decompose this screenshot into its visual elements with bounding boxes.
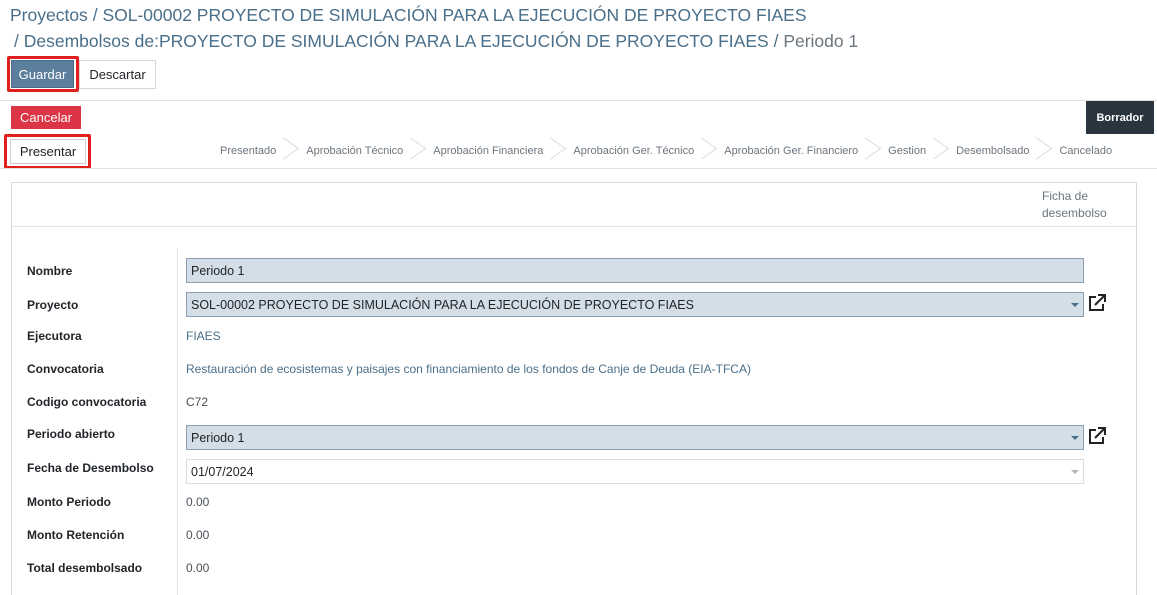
breadcrumb-separator: /: [773, 31, 779, 51]
monto-retencion-value: 0.00: [186, 528, 210, 542]
stage-presentado[interactable]: Presentado: [205, 136, 291, 166]
proyecto-value: SOL-00002 PROYECTO DE SIMULACIÓN PARA LA…: [191, 297, 694, 312]
proyecto-select[interactable]: SOL-00002 PROYECTO DE SIMULACIÓN PARA LA…: [186, 292, 1084, 317]
external-link-icon[interactable]: [1087, 293, 1107, 313]
field-label: Periodo abierto: [27, 427, 116, 441]
smart-button-label: desembolso: [1042, 206, 1107, 220]
breadcrumb-project[interactable]: SOL-00002 PROYECTO DE SIMULACIÓN PARA LA…: [102, 5, 806, 25]
breadcrumb-disbursements[interactable]: Desembolsos de:PROYECTO DE SIMULACIÓN PA…: [24, 31, 769, 51]
nombre-input[interactable]: Periodo 1: [186, 258, 1084, 283]
present-button[interactable]: Presentar: [10, 139, 86, 164]
divider: [0, 168, 1157, 169]
breadcrumb-line2: / Desembolsos de:PROYECTO DE SIMULACIÓN …: [14, 31, 858, 52]
field-nombre: Nombre Periodo 1: [27, 258, 1127, 284]
button-box: Ficha de desembolso: [12, 183, 1136, 227]
stage-gestion[interactable]: Gestion: [873, 136, 941, 166]
field-fecha-desembolso: Fecha de Desembolso 01/07/2024: [27, 459, 1127, 485]
breadcrumb-separator: /: [14, 31, 19, 51]
monto-periodo-value: 0.00: [186, 495, 210, 509]
chevron-down-icon[interactable]: [1071, 436, 1079, 440]
status-badge-draft[interactable]: Borrador: [1086, 101, 1154, 134]
field-total-desembolsado: Total desembolsado 0.00: [27, 555, 1127, 581]
periodo-value: Periodo 1: [191, 430, 245, 445]
divider: [0, 100, 1157, 101]
fecha-input[interactable]: 01/07/2024: [186, 459, 1084, 484]
field-label: Nombre: [27, 264, 73, 278]
breadcrumb-separator: /: [92, 5, 98, 25]
field-periodo-abierto: Periodo abierto Periodo 1: [27, 425, 1127, 451]
chevron-down-icon[interactable]: [1071, 470, 1079, 474]
convocatoria-link[interactable]: Restauración de ecosistemas y paisajes c…: [186, 356, 751, 382]
field-label: Convocatoria: [27, 362, 104, 376]
stage-aprobacion-tecnico[interactable]: Aprobación Técnico: [291, 136, 418, 166]
external-link-icon[interactable]: [1087, 426, 1107, 446]
smart-button-label: Ficha de: [1042, 189, 1089, 203]
stage-aprobacion-financiera[interactable]: Aprobación Financiera: [418, 136, 558, 166]
stage-cancelado[interactable]: Cancelado: [1044, 136, 1127, 166]
field-label: Monto Retención: [27, 528, 125, 542]
field-codigo-convocatoria: Codigo convocatoria C72: [27, 389, 1127, 415]
cancel-button[interactable]: Cancelar: [11, 106, 81, 129]
chevron-down-icon[interactable]: [1071, 303, 1079, 307]
field-convocatoria: Convocatoria Restauración de ecosistemas…: [27, 356, 1127, 382]
breadcrumb-projects[interactable]: Proyectos: [10, 5, 88, 25]
fecha-value: 01/07/2024: [191, 464, 254, 479]
field-label: Fecha de Desembolso: [27, 461, 154, 475]
field-label: Codigo convocatoria: [27, 395, 147, 409]
codigo-value: C72: [186, 395, 209, 409]
ejecutora-link[interactable]: FIAES: [186, 323, 221, 349]
stage-aprobacion-ger-financiero[interactable]: Aprobación Ger. Financiero: [709, 136, 873, 166]
discard-button[interactable]: Descartar: [79, 60, 156, 89]
field-label: Total desembolsado: [27, 561, 143, 575]
field-ejecutora: Ejecutora FIAES: [27, 323, 1127, 349]
disbursement-sheet-button[interactable]: Ficha de desembolso: [1042, 188, 1132, 222]
save-button[interactable]: Guardar: [11, 60, 74, 88]
field-label: Proyecto: [27, 298, 79, 312]
stage-aprobacion-ger-tecnico[interactable]: Aprobación Ger. Técnico: [558, 136, 709, 166]
breadcrumb: Proyectos / SOL-00002 PROYECTO DE SIMULA…: [10, 5, 807, 26]
field-monto-periodo: Monto Periodo 0.00: [27, 489, 1127, 515]
field-label: Monto Periodo: [27, 495, 111, 509]
status-stages: Presentado Aprobación Técnico Aprobación…: [205, 136, 1127, 166]
total-value: 0.00: [186, 561, 210, 575]
field-label: Ejecutora: [27, 329, 82, 343]
stage-desembolsado[interactable]: Desembolsado: [941, 136, 1044, 166]
breadcrumb-current: Periodo 1: [783, 31, 859, 51]
field-proyecto: Proyecto SOL-00002 PROYECTO DE SIMULACIÓ…: [27, 292, 1127, 318]
periodo-select[interactable]: Periodo 1: [186, 425, 1084, 450]
field-monto-retencion: Monto Retención 0.00: [27, 522, 1127, 548]
